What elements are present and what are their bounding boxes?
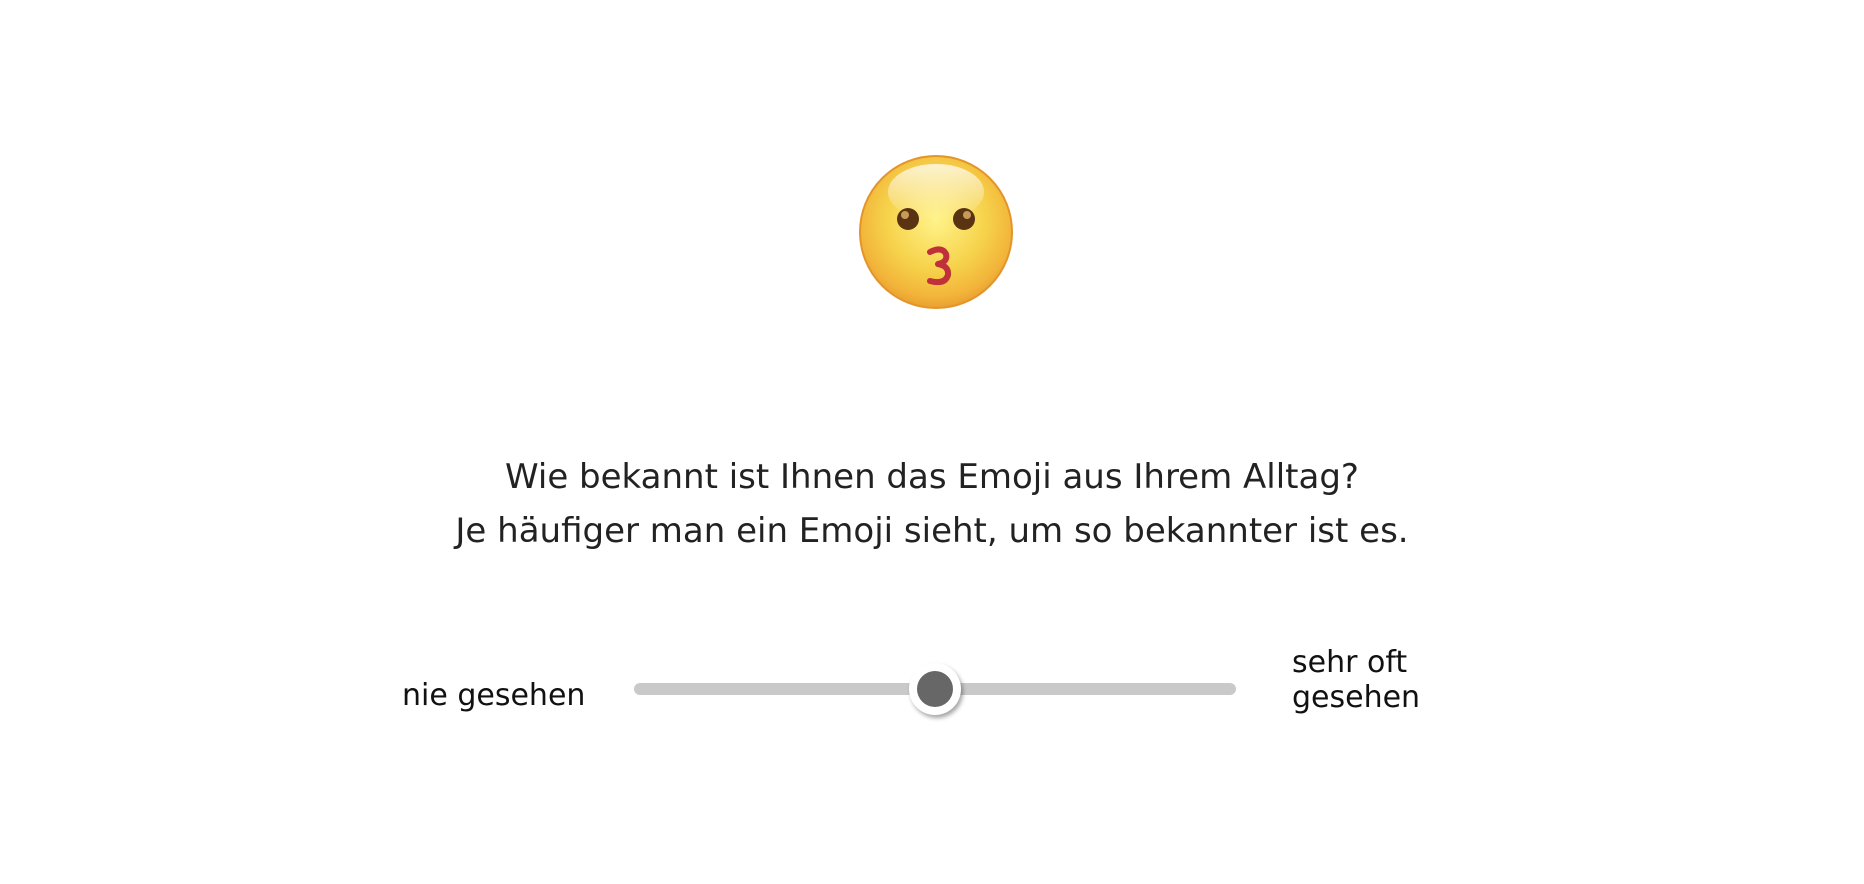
- question-line-1: Wie bekannt ist Ihnen das Emoji aus Ihre…: [505, 457, 1359, 497]
- question-line-2: Je häufiger man ein Emoji sieht, um so b…: [455, 511, 1409, 551]
- kissing-face-icon: [858, 154, 1014, 310]
- slider-min-label: nie gesehen: [402, 678, 586, 713]
- slider-thumb-knob[interactable]: [917, 671, 953, 707]
- slider-thumb[interactable]: [909, 663, 961, 715]
- question-text: Wie bekannt ist Ihnen das Emoji aus Ihre…: [0, 450, 1864, 558]
- survey-page: Wie bekannt ist Ihnen das Emoji aus Ihre…: [0, 0, 1864, 884]
- familiarity-slider[interactable]: [634, 663, 1236, 715]
- slider-max-label: sehr oft gesehen: [1292, 645, 1421, 715]
